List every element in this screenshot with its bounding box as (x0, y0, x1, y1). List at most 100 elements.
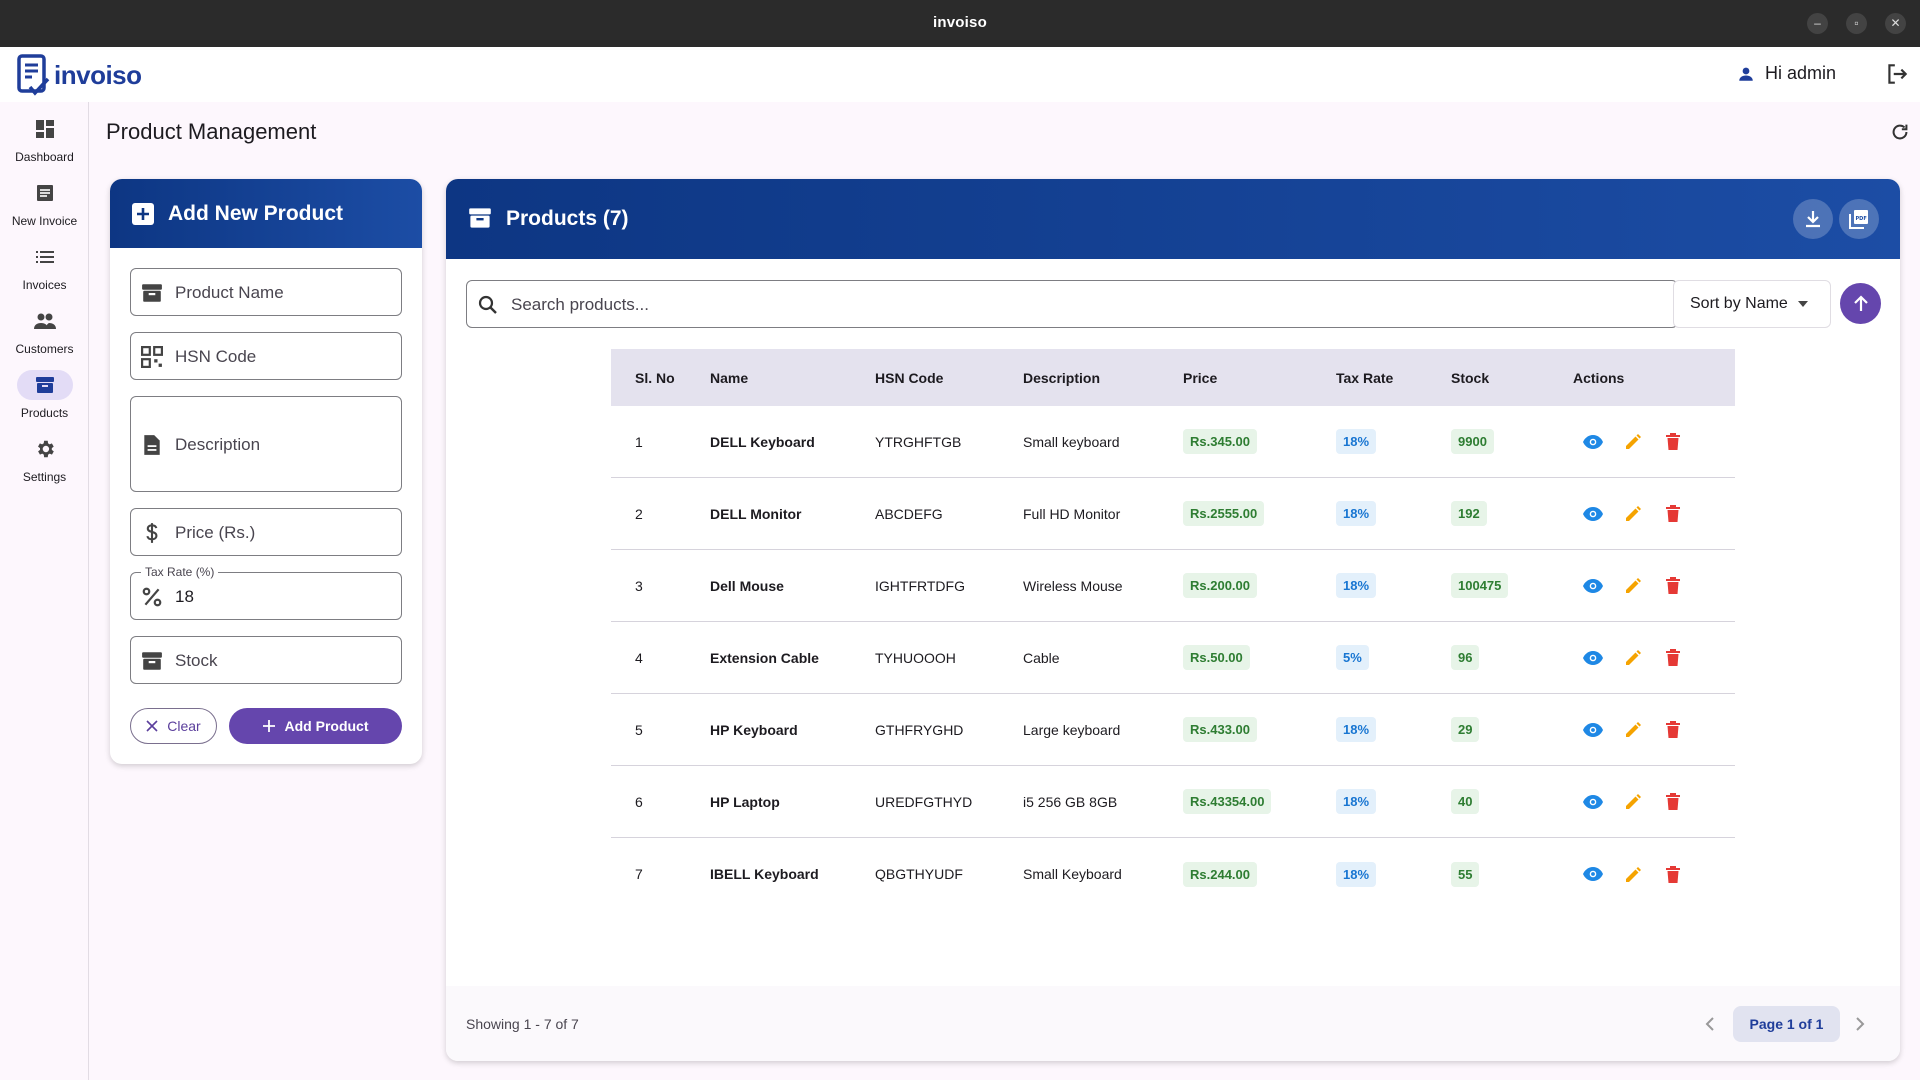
cell-sl-no: 5 (635, 721, 643, 738)
edit-icon[interactable] (1613, 500, 1653, 528)
tax-rate-field[interactable]: Tax Rate (%) 18 (130, 565, 402, 620)
price-chip: Rs.200.00 (1183, 573, 1257, 598)
table-row[interactable]: 6 HP Laptop UREDFGTHYD i5 256 GB 8GB Rs.4335… (611, 766, 1735, 838)
view-icon[interactable] (1573, 428, 1613, 456)
cell-description: Small keyboard (1023, 433, 1120, 450)
chevron-left-icon[interactable] (1698, 1012, 1722, 1036)
price-field[interactable]: Price (Rs.) (130, 508, 402, 556)
edit-icon[interactable] (1613, 860, 1653, 888)
delete-icon[interactable] (1653, 428, 1693, 456)
table-footer: Showing 1 - 7 of 7 Page 1 of 1 (446, 986, 1900, 1061)
sidebar-item-label: New Invoice (11, 214, 78, 228)
view-icon[interactable] (1573, 788, 1613, 816)
row-actions (1569, 500, 1735, 528)
sidebar-item-customers[interactable]: Customers (0, 306, 89, 356)
row-actions (1569, 644, 1735, 672)
tax-rate-label: Tax Rate (%) (141, 565, 219, 579)
view-icon[interactable] (1573, 860, 1613, 888)
view-icon[interactable] (1573, 500, 1613, 528)
window-title: invoiso (933, 14, 987, 31)
edit-icon[interactable] (1613, 572, 1653, 600)
delete-icon[interactable] (1653, 572, 1693, 600)
sort-direction-button[interactable] (1840, 283, 1881, 324)
col-header[interactable]: Name (706, 370, 871, 386)
refresh-button[interactable] (1889, 121, 1911, 148)
sidebar-item-products[interactable]: Products (0, 370, 89, 420)
table-row[interactable]: 5 HP Keyboard GTHFRYGHD Large keyboard Rs.43… (611, 694, 1735, 766)
delete-icon[interactable] (1653, 788, 1693, 816)
add-product-header: Add New Product (110, 179, 422, 248)
pdf-export-button[interactable]: PDF (1839, 199, 1879, 239)
sidebar-item-settings[interactable]: Settings (0, 434, 89, 484)
table-row[interactable]: 4 Extension Cable TYHUOOOH Cable Rs.50.00 5% 9… (611, 622, 1735, 694)
table-row[interactable]: 7 IBELL Keyboard QBGTHYUDF Small Keyboard Rs… (611, 838, 1735, 910)
stock-field[interactable]: Stock (130, 636, 402, 684)
col-header[interactable]: Tax Rate (1332, 370, 1447, 386)
hsn-code-field[interactable]: HSN Code (130, 332, 402, 380)
list-icon (17, 242, 73, 272)
description-field[interactable]: Description (130, 396, 402, 492)
app-header: invoiso Hi admin (0, 47, 1920, 102)
view-icon[interactable] (1573, 644, 1613, 672)
stock-placeholder: Stock (175, 651, 218, 670)
col-header[interactable]: Sl. No (611, 370, 706, 386)
tax-rate-chip: 18% (1336, 861, 1377, 887)
minimize-button[interactable]: – (1807, 13, 1828, 34)
edit-icon[interactable] (1613, 788, 1653, 816)
product-name-field[interactable]: Product Name (130, 268, 402, 316)
col-header[interactable]: Stock (1447, 370, 1569, 386)
col-header[interactable]: Price (1179, 370, 1332, 386)
sidebar-item-new-invoice[interactable]: New Invoice (0, 178, 89, 228)
window-titlebar: invoiso – ▫ ✕ (0, 0, 1920, 47)
col-header[interactable]: HSN Code (871, 370, 1019, 386)
product-name-placeholder: Product Name (175, 283, 284, 302)
cell-hsn-code: GTHFRYGHD (875, 721, 964, 738)
price-placeholder: Price (Rs.) (175, 523, 256, 542)
view-icon[interactable] (1573, 716, 1613, 744)
sidebar-item-label: Dashboard (15, 150, 74, 164)
delete-icon[interactable] (1653, 860, 1693, 888)
download-button[interactable] (1793, 199, 1833, 239)
stock-chip: 40 (1451, 789, 1480, 814)
view-icon[interactable] (1573, 572, 1613, 600)
price-chip: Rs.244.00 (1183, 861, 1257, 887)
chevron-right-icon[interactable] (1848, 1012, 1872, 1036)
edit-icon[interactable] (1613, 716, 1653, 744)
edit-icon[interactable] (1613, 644, 1653, 672)
sidebar-item-invoices[interactable]: Invoices (0, 242, 89, 292)
cell-description: Large keyboard (1023, 721, 1121, 738)
cell-sl-no: 7 (635, 866, 643, 882)
clear-button[interactable]: Clear (130, 708, 217, 744)
add-product-button[interactable]: Add Product (229, 708, 402, 744)
row-actions (1569, 788, 1735, 816)
table-row[interactable]: 3 Dell Mouse IGHTFRTDFG Wireless Mouse Rs.20… (611, 550, 1735, 622)
user-greeting: Hi admin (1764, 63, 1836, 83)
delete-icon[interactable] (1653, 644, 1693, 672)
dashboard-icon (17, 114, 73, 144)
stock-chip: 55 (1451, 861, 1480, 887)
tax-rate-chip: 18% (1336, 717, 1377, 742)
sidebar-item-dashboard[interactable]: Dashboard (0, 114, 89, 164)
logout-button[interactable] (1884, 61, 1910, 92)
delete-icon[interactable] (1653, 716, 1693, 744)
page-indicator: Page 1 of 1 (1733, 1006, 1840, 1042)
search-input[interactable]: Search products... (466, 280, 1678, 328)
sort-dropdown[interactable]: Sort by Name (1673, 280, 1831, 328)
cell-sl-no: 3 (635, 577, 643, 594)
maximize-button[interactable]: ▫ (1846, 13, 1867, 34)
tax-rate-chip: 18% (1336, 501, 1377, 526)
edit-icon[interactable] (1613, 428, 1653, 456)
dollar-icon (146, 523, 158, 543)
table-row[interactable]: 2 DELL Monitor ABCDEFG Full HD Monitor Rs.25… (611, 478, 1735, 550)
products-table: Sl. No Name HSN Code Description Price T… (611, 349, 1735, 910)
add-product-card: Add New Product Product Name HSN Code De… (110, 179, 422, 764)
cell-name: Dell Mouse (710, 577, 784, 594)
cell-hsn-code: IGHTFRTDFG (875, 577, 965, 594)
close-window-button[interactable]: ✕ (1885, 13, 1906, 34)
price-chip: Rs.43354.00 (1183, 789, 1272, 814)
col-header: Actions (1573, 369, 1625, 386)
delete-icon[interactable] (1653, 500, 1693, 528)
col-header[interactable]: Description (1019, 370, 1179, 386)
table-row[interactable]: 1 DELL Keyboard YTRGHFTGB Small keyboard Rs.… (611, 406, 1735, 478)
user-menu[interactable]: Hi admin (1737, 63, 1836, 84)
